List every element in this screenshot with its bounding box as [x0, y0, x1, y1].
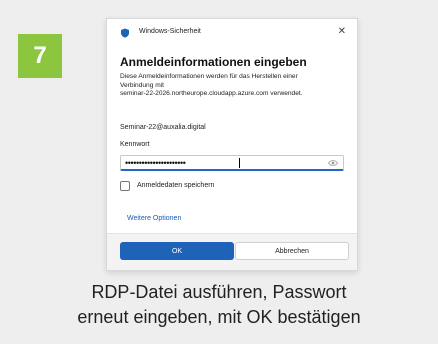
window-title: Windows-Sicherheit: [139, 28, 201, 35]
eye-icon[interactable]: [328, 159, 338, 167]
text-caret: [239, 158, 240, 168]
caption-line: RDP-Datei ausführen, Passwort: [91, 282, 347, 302]
password-field[interactable]: ••••••••••••••••••••••: [120, 155, 344, 171]
step-badge: 7: [18, 34, 62, 78]
caption-line: erneut eingeben, mit OK bestätigen: [77, 307, 361, 327]
username-label: Seminar-22@auxalia.digital: [120, 124, 206, 131]
shield-icon: [121, 28, 129, 38]
close-icon[interactable]: ✕: [338, 26, 346, 37]
cancel-button[interactable]: Abbrechen: [235, 242, 349, 260]
dialog-description: Diese Anmeldeinformationen werden für da…: [120, 73, 348, 99]
remember-checkbox[interactable]: [120, 181, 130, 191]
remember-label: Anmeldedaten speichern: [137, 182, 215, 189]
more-options-link[interactable]: Weitere Optionen: [127, 215, 181, 222]
password-label: Kennwort: [120, 141, 150, 148]
tutorial-card: 7 Windows-Sicherheit ✕ Anmeldeinformatio…: [0, 0, 438, 344]
dialog-heading: Anmeldeinformationen eingeben: [120, 55, 307, 69]
dialog-titlebar: Windows-Sicherheit ✕: [107, 19, 357, 43]
credentials-dialog: Windows-Sicherheit ✕ Anmeldeinformatione…: [106, 18, 358, 271]
description-line: Diese Anmeldeinformationen werden für da…: [120, 73, 298, 80]
description-line: seminar-22-2026.northeurope.cloudapp.azu…: [120, 90, 303, 98]
dialog-footer: OK Abbrechen: [107, 233, 357, 270]
description-line: Verbindung mit: [120, 81, 164, 89]
ok-button[interactable]: OK: [120, 242, 234, 260]
password-value: ••••••••••••••••••••••: [125, 158, 186, 168]
instruction-caption: RDP-Datei ausführen, Passwort erneut ein…: [0, 280, 438, 330]
